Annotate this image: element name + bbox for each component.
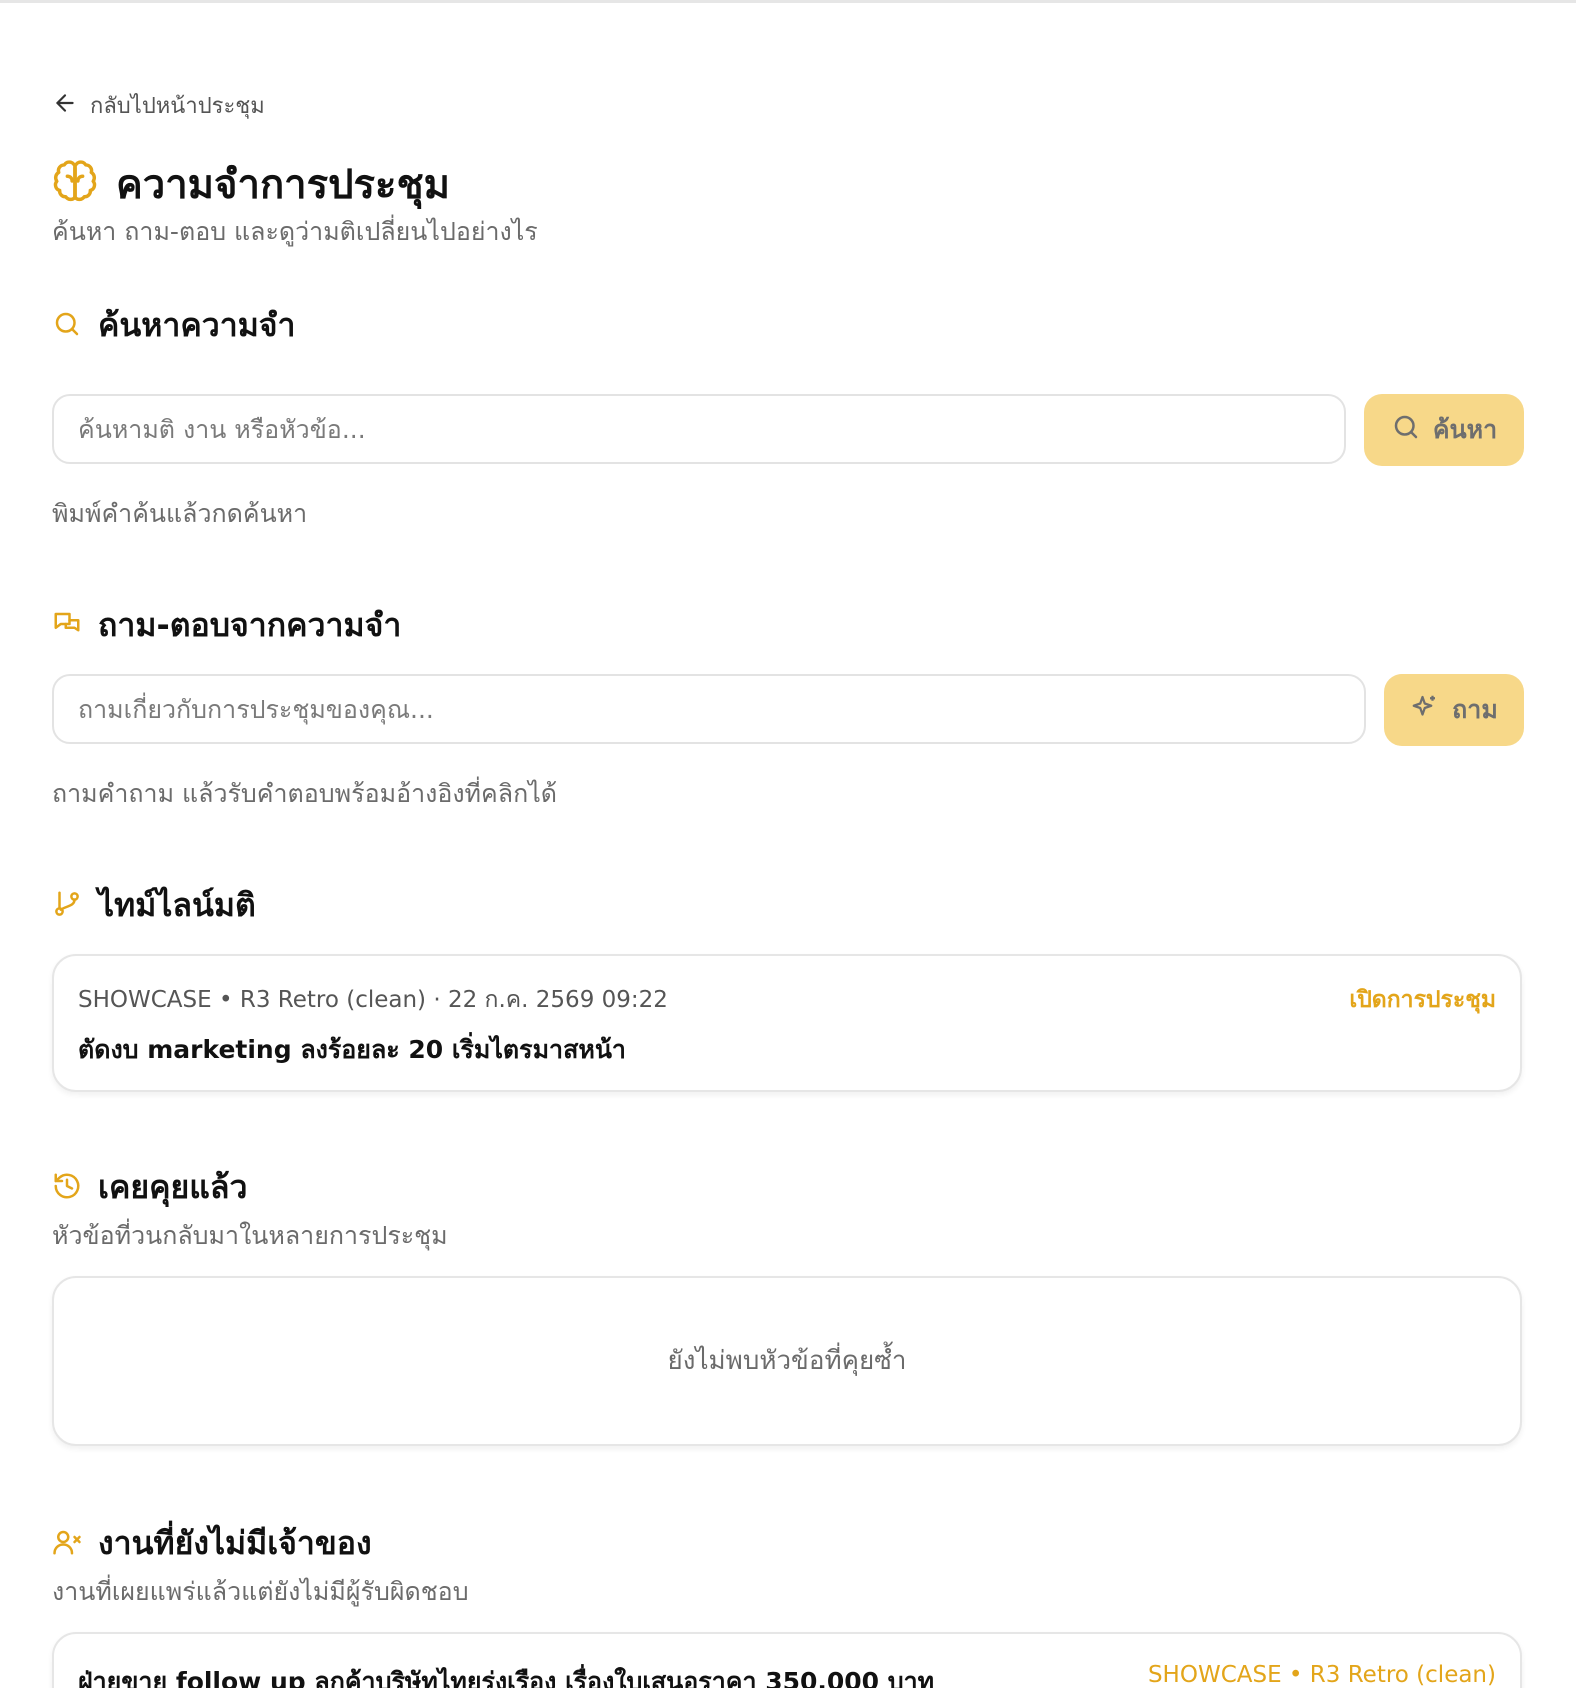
timeline-item-meta: SHOWCASE • R3 Retro (clean) · 22 ก.ค. 25…	[78, 987, 668, 1013]
question-input[interactable]	[52, 674, 1366, 744]
brain-icon	[52, 159, 98, 209]
git-branch-icon	[52, 889, 82, 923]
page-header: ความจำการประชุม	[52, 152, 450, 216]
timeline-section-title: ไทม์ไลน์มติ	[98, 886, 256, 924]
qa-hint: ถามคำถาม แล้วรับคำตอบพร้อมอ้างอิงที่คลิก…	[52, 779, 558, 808]
timeline-section-header: ไทม์ไลน์มติ	[52, 880, 256, 931]
search-section-header: ค้นหาความจำ	[52, 300, 296, 351]
timeline-item-text: ตัดงบ marketing ลงร้อยละ 20 เริ่มไตรมาสห…	[78, 1035, 626, 1064]
recurring-empty-text: ยังไม่พบหัวข้อที่คุยซ้ำ	[667, 1346, 907, 1376]
search-button[interactable]: ค้นหา	[1364, 394, 1524, 466]
unowned-item-meta: SHOWCASE • R3 Retro (clean)	[1147, 1662, 1496, 1688]
search-button-label: ค้นหา	[1432, 415, 1498, 444]
open-meeting-link[interactable]: เปิดการประชุม	[1349, 982, 1496, 1018]
recurring-section-title: เคยคุยแล้ว	[98, 1168, 248, 1206]
unowned-section-subtitle: งานที่เผยแพร่แล้วแต่ยังไม่มีผู้รับผิดชอบ	[52, 1577, 469, 1606]
back-label: กลับไปหน้าประชุม	[90, 94, 265, 119]
unowned-section-header: งานที่ยังไม่มีเจ้าของ	[52, 1518, 372, 1569]
timeline-item: SHOWCASE • R3 Retro (clean) · 22 ก.ค. 25…	[52, 954, 1522, 1092]
recurring-empty-card: ยังไม่พบหัวข้อที่คุยซ้ำ	[52, 1276, 1522, 1446]
ask-button-label: ถาม	[1452, 695, 1498, 724]
search-section-title: ค้นหาความจำ	[98, 306, 296, 344]
back-to-meeting-link[interactable]: กลับไปหน้าประชุม	[52, 88, 265, 123]
history-icon	[52, 1171, 82, 1205]
ask-button[interactable]: ถาม	[1384, 674, 1524, 746]
recurring-section-header: เคยคุยแล้ว	[52, 1162, 247, 1213]
search-icon	[52, 309, 82, 343]
unowned-item-text: ฝ่ายขาย follow up ลูกค้าบริษัทไทยรุ่งเรื…	[78, 1667, 935, 1688]
search-hint: พิมพ์คำค้นแล้วกดค้นหา	[52, 499, 308, 528]
chat-bubbles-icon	[52, 609, 82, 643]
arrow-left-icon	[52, 90, 78, 122]
sparkles-icon	[1410, 692, 1440, 728]
top-divider	[0, 0, 1576, 3]
unowned-section-title: งานที่ยังไม่มีเจ้าของ	[98, 1524, 372, 1562]
unowned-item[interactable]: ฝ่ายขาย follow up ลูกค้าบริษัทไทยรุ่งเรื…	[52, 1632, 1522, 1688]
user-x-icon	[52, 1527, 82, 1561]
search-icon	[1391, 412, 1421, 448]
recurring-section-subtitle: หัวข้อที่วนกลับมาในหลายการประชุม	[52, 1221, 448, 1250]
qa-section-title: ถาม-ตอบจากความจำ	[98, 606, 402, 644]
search-input[interactable]	[52, 394, 1346, 464]
page-title: ความจำการประชุม	[116, 162, 450, 208]
page-subtitle: ค้นหา ถาม-ตอบ และดูว่ามติเปลี่ยนไปอย่างไ…	[52, 217, 538, 246]
qa-section-header: ถาม-ตอบจากความจำ	[52, 600, 401, 651]
